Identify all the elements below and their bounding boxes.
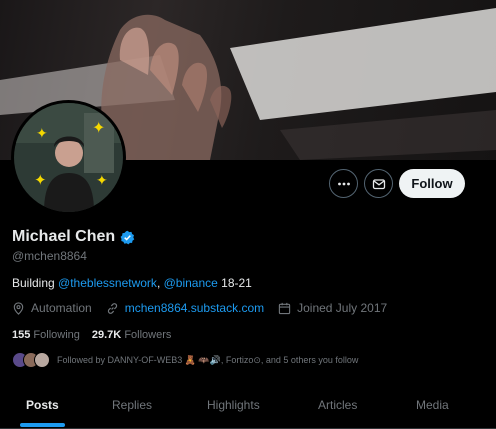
location-text: Automation bbox=[31, 301, 92, 315]
bio-text: Building bbox=[12, 276, 59, 290]
follower-avatars bbox=[12, 352, 50, 368]
following-link[interactable]: 155 Following bbox=[12, 329, 80, 341]
active-tab-indicator bbox=[20, 423, 65, 427]
follow-stats: 155 Following 29.7K Followers bbox=[12, 329, 183, 341]
followers-link[interactable]: 29.7K Followers bbox=[92, 329, 172, 341]
verified-badge-icon[interactable] bbox=[120, 230, 135, 245]
svg-text:✦: ✦ bbox=[96, 173, 108, 189]
profile-name: Michael Chen bbox=[12, 228, 116, 245]
location-icon bbox=[13, 301, 24, 315]
tab-highlights[interactable]: Highlights bbox=[207, 398, 260, 412]
followed-by-row[interactable]: Followed by DANNY-OF-WEB3 🧸 🦇🔊, Fortizo⊙… bbox=[12, 352, 358, 368]
more-icon bbox=[337, 182, 350, 185]
location-item: Automation bbox=[12, 301, 92, 315]
profile-bio: Building @theblessnetwork, @binance 18-2… bbox=[12, 276, 252, 290]
message-button[interactable] bbox=[364, 169, 393, 198]
follow-button[interactable]: Follow bbox=[399, 169, 465, 198]
tab-replies[interactable]: Replies bbox=[112, 398, 152, 412]
link-icon bbox=[107, 302, 117, 314]
followed-by-text: Followed by DANNY-OF-WEB3 🧸 🦇🔊, Fortizo⊙… bbox=[57, 354, 359, 365]
website-link[interactable]: mchen8864.substack.com bbox=[125, 301, 264, 315]
followers-label: Followers bbox=[124, 329, 172, 341]
envelope-icon bbox=[372, 178, 385, 189]
joined-item: Joined July 2017 bbox=[278, 301, 387, 315]
follower-avatar bbox=[34, 352, 50, 368]
bio-separator: , bbox=[156, 276, 164, 290]
profile-meta: Automation mchen8864.substack.com Joined… bbox=[12, 301, 401, 315]
bio-mention-binance[interactable]: @binance bbox=[164, 276, 218, 290]
bio-suffix: 18-21 bbox=[217, 276, 252, 290]
more-options-button[interactable] bbox=[329, 169, 358, 198]
following-count: 155 bbox=[12, 329, 31, 341]
tab-articles[interactable]: Articles bbox=[318, 398, 357, 412]
website-item[interactable]: mchen8864.substack.com bbox=[106, 301, 264, 315]
svg-text:✦: ✦ bbox=[34, 171, 47, 189]
svg-text:✦: ✦ bbox=[92, 118, 105, 137]
profile-name-row: Michael Chen bbox=[12, 228, 135, 246]
joined-text: Joined July 2017 bbox=[297, 301, 388, 315]
profile-tabs: Posts Replies Highlights Articles Media bbox=[0, 386, 496, 429]
calendar-icon bbox=[278, 302, 291, 314]
followers-count: 29.7K bbox=[91, 329, 122, 341]
svg-text:✦: ✦ bbox=[36, 126, 48, 142]
avatar[interactable]: ✦ ✦ ✦ ✦ bbox=[11, 100, 126, 215]
bio-mention-theblessnetwork[interactable]: @theblessnetwork bbox=[58, 276, 157, 290]
tab-media[interactable]: Media bbox=[416, 398, 449, 412]
profile-handle: @mchen8864 bbox=[12, 249, 87, 263]
avatar-photo: ✦ ✦ ✦ ✦ bbox=[14, 103, 123, 212]
following-label: Following bbox=[33, 329, 80, 341]
tab-posts[interactable]: Posts bbox=[26, 398, 59, 412]
